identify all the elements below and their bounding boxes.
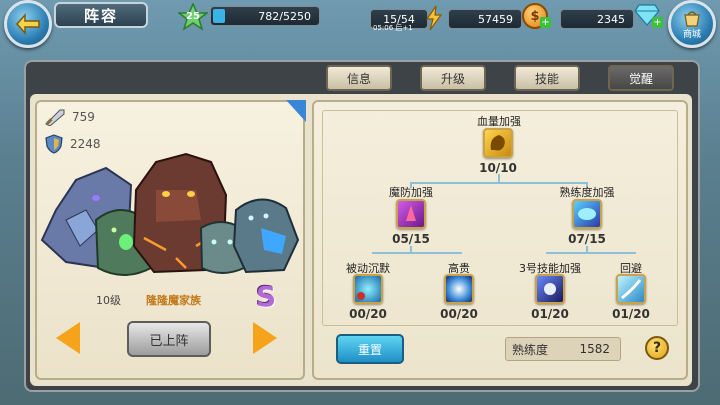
tab-skills[interactable]: 技能 xyxy=(514,65,580,91)
sword-icon xyxy=(45,109,65,126)
gold-value: 57459 xyxy=(478,12,513,26)
xp-bar-fill xyxy=(213,9,226,23)
deploy-button[interactable]: 已上阵 xyxy=(127,321,211,357)
diamond-value: 2345 xyxy=(597,12,625,26)
skill-leaf-count: 00/20 xyxy=(349,307,387,321)
dodge-skill-icon[interactable] xyxy=(616,274,646,304)
shop-button[interactable]: 商城 xyxy=(668,0,716,48)
diamond-pill: 2345 xyxy=(560,9,634,29)
tab-awaken[interactable]: 觉醒 xyxy=(608,65,674,91)
skill-left-label: 魔防加强 xyxy=(389,186,433,199)
skill-root-label: 血量加强 xyxy=(477,115,521,128)
attack-value: 759 xyxy=(72,110,95,124)
connector-line xyxy=(372,252,462,254)
skill-leaf-count: 01/20 xyxy=(612,307,650,321)
passive-silence-skill-icon[interactable] xyxy=(353,274,383,304)
skill-leaf-count: 00/20 xyxy=(440,307,478,321)
xp-bar: 782/5250 xyxy=(210,6,320,26)
magic-def-skill-icon[interactable] xyxy=(396,199,426,229)
level-star-icon: 25 xyxy=(176,2,210,31)
skill-right-label: 熟练度加强 xyxy=(559,186,615,199)
back-arrow-icon xyxy=(15,13,40,35)
skill3-boost-icon[interactable] xyxy=(535,274,565,304)
unit-illustration xyxy=(40,152,300,276)
hp-boost-skill-icon[interactable] xyxy=(483,128,513,158)
defense-value: 2248 xyxy=(70,137,101,151)
tab-info[interactable]: 信息 xyxy=(326,65,392,91)
unit-level: 10级 xyxy=(96,294,121,307)
connector-line xyxy=(546,252,636,254)
proficiency-value: 1582 xyxy=(579,342,610,356)
back-button[interactable] xyxy=(4,0,52,48)
tab-upgrade[interactable]: 升级 xyxy=(420,65,486,91)
proficiency-label: 熟练度 xyxy=(512,342,549,357)
help-button[interactable]: ? xyxy=(645,336,669,360)
add-gold-icon[interactable]: + xyxy=(540,17,551,28)
xp-text: 782/5250 xyxy=(258,9,311,23)
proficiency-box: 熟练度 1582 xyxy=(505,337,621,361)
attack-stat: 759 xyxy=(44,108,95,126)
shop-label: 商城 xyxy=(682,29,701,40)
noble-skill-icon[interactable] xyxy=(444,274,474,304)
proficiency-skill-icon[interactable] xyxy=(572,199,602,229)
unit-name: 隆隆魔家族 xyxy=(146,294,201,307)
gold-pill: 57459 xyxy=(448,9,522,29)
prev-unit-arrow-icon[interactable] xyxy=(56,322,80,354)
player-level: 25 xyxy=(186,11,200,22)
skill-leaf-count: 01/20 xyxy=(531,307,569,321)
connector-line xyxy=(498,174,500,182)
page-title: 阵容 xyxy=(54,2,148,28)
bag-icon xyxy=(684,10,700,27)
stamina-timer: 05:06 后+1 xyxy=(373,24,413,32)
skill-right-count: 07/15 xyxy=(568,232,606,246)
skill-left-count: 05/15 xyxy=(392,232,430,246)
next-unit-arrow-icon[interactable] xyxy=(253,322,277,354)
skill-root-count: 10/10 xyxy=(479,161,517,175)
grade-badge: S xyxy=(256,280,277,313)
add-diamond-icon[interactable]: + xyxy=(652,17,663,28)
reset-button[interactable]: 重置 xyxy=(336,334,404,364)
lightning-icon[interactable] xyxy=(424,5,444,35)
